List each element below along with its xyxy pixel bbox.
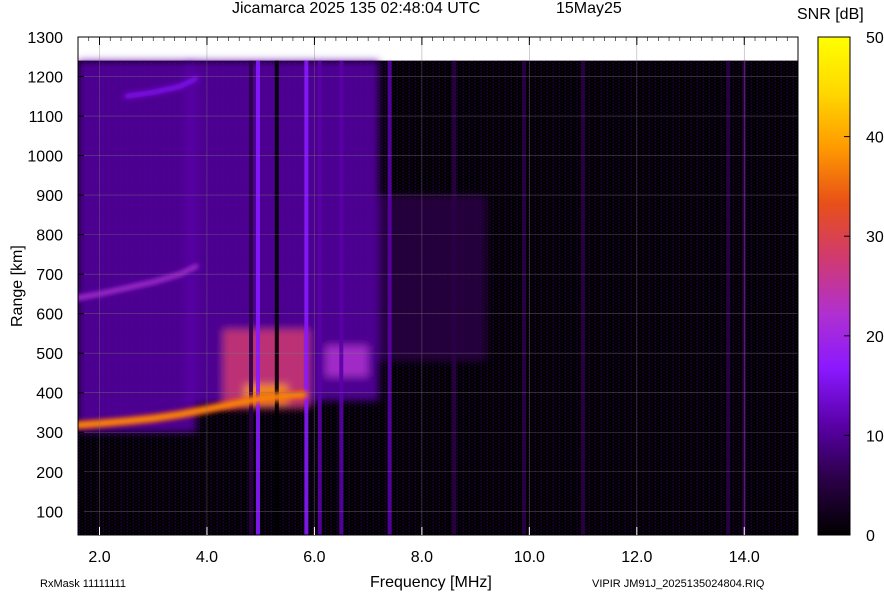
y-tick-label-6: 700 [36, 267, 63, 284]
interference-stripe-10 [726, 60, 731, 535]
interference-stripe-9 [581, 60, 586, 535]
interference-stripe-0 [249, 60, 254, 535]
colorbar [817, 36, 851, 536]
y-tick-label-10: 1100 [29, 109, 64, 126]
y-tick-label-3: 400 [36, 386, 63, 403]
x-tick-label-0: 2.0 [88, 549, 110, 566]
x-tick-label-4: 10.0 [514, 549, 545, 566]
x-tick-label-6: 14.0 [729, 549, 760, 566]
colorbar-tick-label-3: 30 [866, 229, 884, 246]
x-tick-label-2: 6.0 [303, 549, 325, 566]
y-tick-label-12: 1300 [27, 30, 63, 47]
colorbar-tick-label-2: 20 [866, 329, 884, 346]
echo-region-0 [78, 60, 197, 433]
interference-stripe-6 [387, 60, 392, 535]
colorbar-tick-label-4: 40 [866, 130, 884, 147]
ionogram-chart: Jicamarca 2025 135 02:48:04 UTC 15May25 … [0, 0, 884, 595]
interference-stripe-2 [274, 60, 279, 535]
interference-stripe-1 [256, 60, 260, 535]
y-tick-label-8: 900 [36, 188, 63, 205]
plot-svg: 2.0 4.0 6.0 8.0 10.0 12.0 14.01002003004005006… [27, 30, 884, 566]
interference-stripe-3 [304, 60, 309, 535]
y-tick-label-9: 1000 [27, 149, 63, 166]
interference-stripe-8 [521, 60, 526, 535]
y-tick-label-5: 600 [36, 307, 63, 324]
echo-region-5 [325, 345, 369, 377]
colorbar-tick-label-0: 0 [866, 528, 875, 545]
y-tick-label-2: 300 [36, 425, 63, 442]
x-tick-label-1: 4.0 [196, 549, 218, 566]
echo-region-3 [378, 195, 487, 362]
y-tick-label-7: 800 [36, 228, 63, 245]
interference-stripe-5 [339, 60, 344, 535]
y-tick-label-11: 1200 [27, 70, 63, 87]
y-tick-label-1: 200 [36, 465, 63, 482]
colorbar-tick-label-5: 50 [866, 30, 884, 47]
colorbar-tick-label-1: 10 [866, 428, 884, 445]
plot-area [78, 37, 798, 535]
interference-stripe-4 [317, 60, 322, 535]
x-tick-label-5: 12.0 [621, 549, 652, 566]
x-tick-label-3: 8.0 [411, 549, 433, 566]
y-tick-label-0: 100 [36, 504, 63, 521]
y-tick-label-4: 500 [36, 346, 63, 363]
interference-stripe-7 [452, 60, 457, 535]
